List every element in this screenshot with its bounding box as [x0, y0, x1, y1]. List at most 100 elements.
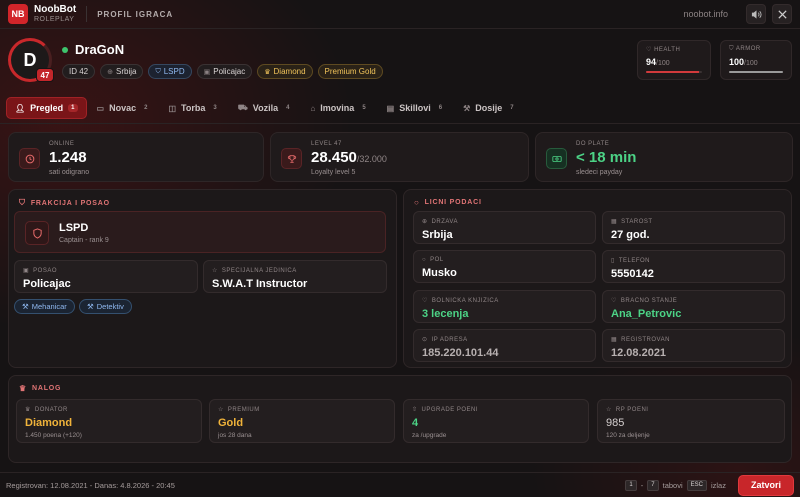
tab-bar: 👤︎ Pregled 1 ▭ Novac 2 ◫ Torba 3 ⛟ Vozila 4 ⌂ Imo…	[6, 97, 527, 119]
health-bar-fill	[646, 71, 699, 73]
tab-dosije[interactable]: ⚒ Dosije 7	[455, 97, 525, 119]
crown-icon: ♛	[264, 68, 271, 76]
avatar-initial: D	[23, 49, 37, 70]
nalog-upgrade: ⇧ UPGRADE POENI 4 za /upgrade	[403, 399, 589, 443]
site-link[interactable]: noobot.info	[683, 9, 728, 19]
brand-subtitle: ROLEPLAY	[34, 16, 75, 23]
skill-chip-detektiv[interactable]: ⚒ Detektiv	[79, 299, 132, 314]
briefcase-icon: ▣	[203, 68, 211, 76]
field-drzava: ⊕ DRZAVA Srbija	[413, 211, 596, 244]
shield-icon	[25, 221, 49, 245]
player-chips: ID 42 ⊕ Srbija ⛉ LSPD ▣ Policajac ♛ Diamond …	[62, 64, 383, 79]
level-xp: 28.450	[311, 149, 357, 166]
field-starost: ▦ STAROST 27 god.	[602, 211, 785, 244]
speaker-icon	[751, 9, 762, 19]
chip-faction: ⛉ LSPD	[148, 64, 192, 79]
player-name: DraGoN	[75, 42, 125, 57]
online-status-dot	[62, 46, 68, 53]
field-pol: ○ POL Musko	[413, 250, 596, 283]
close-icon	[777, 9, 787, 19]
armor-value: 100	[729, 57, 745, 67]
key-1: 1	[625, 479, 637, 491]
globe-icon: ⊕	[107, 68, 113, 76]
close-button[interactable]: Zatvori	[737, 474, 794, 496]
online-hours: 1.248	[49, 149, 87, 166]
key-7: 7	[647, 479, 659, 491]
chip-donator: ♛ Diamond	[257, 64, 313, 79]
tab-skillovi[interactable]: ▤ Skillovi 6	[379, 97, 453, 119]
wallet-icon: ▭	[96, 103, 105, 113]
sound-button[interactable]	[746, 4, 766, 24]
nalog-title: NALOG	[31, 385, 62, 392]
faction-name: LSPD	[59, 222, 89, 234]
kpi-level: LEVEL 47 28.450/32.000 Loyalty level 5	[270, 132, 529, 182]
logo: NB	[8, 4, 28, 24]
calendar-icon: ▦	[611, 337, 618, 343]
user-icon: 👤︎	[15, 103, 26, 113]
close-window-button[interactable]	[772, 4, 792, 24]
kpi-payday: DO PLATE < 18 min sledeci payday	[535, 132, 793, 182]
heart-icon: ♡	[646, 47, 652, 53]
health-value: 94	[646, 57, 657, 67]
armor-icon: ⛉	[729, 46, 735, 52]
player-header: D 47 DraGoN ID 42 ⊕ Srbija ⛉ LSPD ▣ Policaj…	[8, 38, 792, 84]
faction-card: LSPD Captain - rank 9	[14, 211, 386, 253]
armor-bar-fill	[729, 71, 783, 73]
briefcase-icon: ▣	[23, 268, 30, 274]
book-icon: ▤	[386, 103, 395, 113]
gavel-icon: ⚒	[463, 103, 471, 113]
licni-title: LICNI PODACI	[424, 199, 482, 206]
crown-icon: ♛	[19, 384, 27, 393]
trophy-icon	[281, 148, 302, 169]
key-esc: ESC	[686, 479, 707, 491]
field-bolnicka: ♡ BOLNICKA KNJIZICA 3 lecenja	[413, 290, 596, 323]
health-bar	[646, 71, 702, 73]
footer: Registrovan: 12.08.2021 - Danas: 4.8.202…	[0, 472, 800, 497]
bag-icon: ◫	[168, 103, 176, 113]
job-value: Policajac	[23, 278, 71, 290]
brand: NoobBot ROLEPLAY	[34, 4, 77, 24]
tab-imovina[interactable]: ⌂ Imovina 5	[302, 97, 376, 119]
heart-icon: ♡	[611, 298, 617, 304]
tab-torba[interactable]: ◫ Torba 3	[160, 97, 227, 119]
calendar-icon: ▦	[611, 219, 618, 225]
phone-icon: ▯	[611, 258, 615, 264]
wrench-icon: ⚒	[22, 302, 29, 311]
shield-icon: ⛉	[155, 67, 161, 75]
star-icon: ☆	[218, 407, 224, 413]
footer-hints: 1 - 7 tabovi ESC izlaz Zatvori	[625, 474, 794, 496]
chip-country: ⊕ Srbija	[100, 64, 144, 79]
health-stat: ♡ HEALTH 94/100	[637, 40, 711, 80]
payday-countdown: < 18 min	[576, 149, 637, 166]
armor-stat: ⛉ ARMOR 100/100	[720, 40, 792, 80]
tab-pregled[interactable]: 👤︎ Pregled 1	[6, 97, 87, 119]
network-icon: ⊙	[422, 337, 428, 343]
footer-dates: Registrovan: 12.08.2021 - Danas: 4.8.202…	[6, 480, 175, 490]
clock-icon	[19, 148, 40, 169]
field-ip: ⊙ IP ADRESA 185.220.101.44	[413, 329, 596, 362]
page-title: PROFIL IGRACA	[97, 9, 174, 19]
nalog-rp: ☆ RP POENI 985 120 za deljenje	[597, 399, 785, 443]
car-icon: ⛟	[237, 103, 248, 112]
brand-name: NoobBot	[34, 4, 77, 15]
top-bar: NB NoobBot ROLEPLAY PROFIL IGRACA noobot…	[0, 0, 800, 29]
house-icon: ⌂	[310, 103, 316, 113]
kpi-online: ONLINE 1.248 sati odigrano	[8, 132, 264, 182]
skill-chip-mehanicar[interactable]: ⚒ Mehanicar	[14, 299, 75, 314]
heart-icon: ♡	[422, 298, 428, 304]
cash-icon	[546, 148, 567, 169]
tab-novac[interactable]: ▭ Novac 2	[89, 97, 159, 119]
unit-value: S.W.A.T Instructor	[212, 278, 308, 290]
field-telefon: ▯ TELEFON 5550142	[602, 250, 785, 283]
tab-divider	[0, 123, 800, 124]
star-icon: ☆	[606, 407, 612, 413]
star-icon: ☆	[212, 268, 218, 274]
job-card: ▣ POSAO Policajac	[14, 260, 198, 293]
frakcija-title: FRAKCIJA I POSAO	[30, 199, 110, 207]
user-icon: ○	[414, 198, 420, 207]
tab-vozila[interactable]: ⛟ Vozila 4	[230, 97, 301, 119]
divider	[86, 6, 88, 22]
faction-rank: Captain - rank 9	[59, 237, 109, 244]
arrow-up-icon: ⇧	[412, 407, 418, 413]
nalog-donator: ♛ DONATOR Diamond 1.450 poena (+120)	[16, 399, 202, 443]
